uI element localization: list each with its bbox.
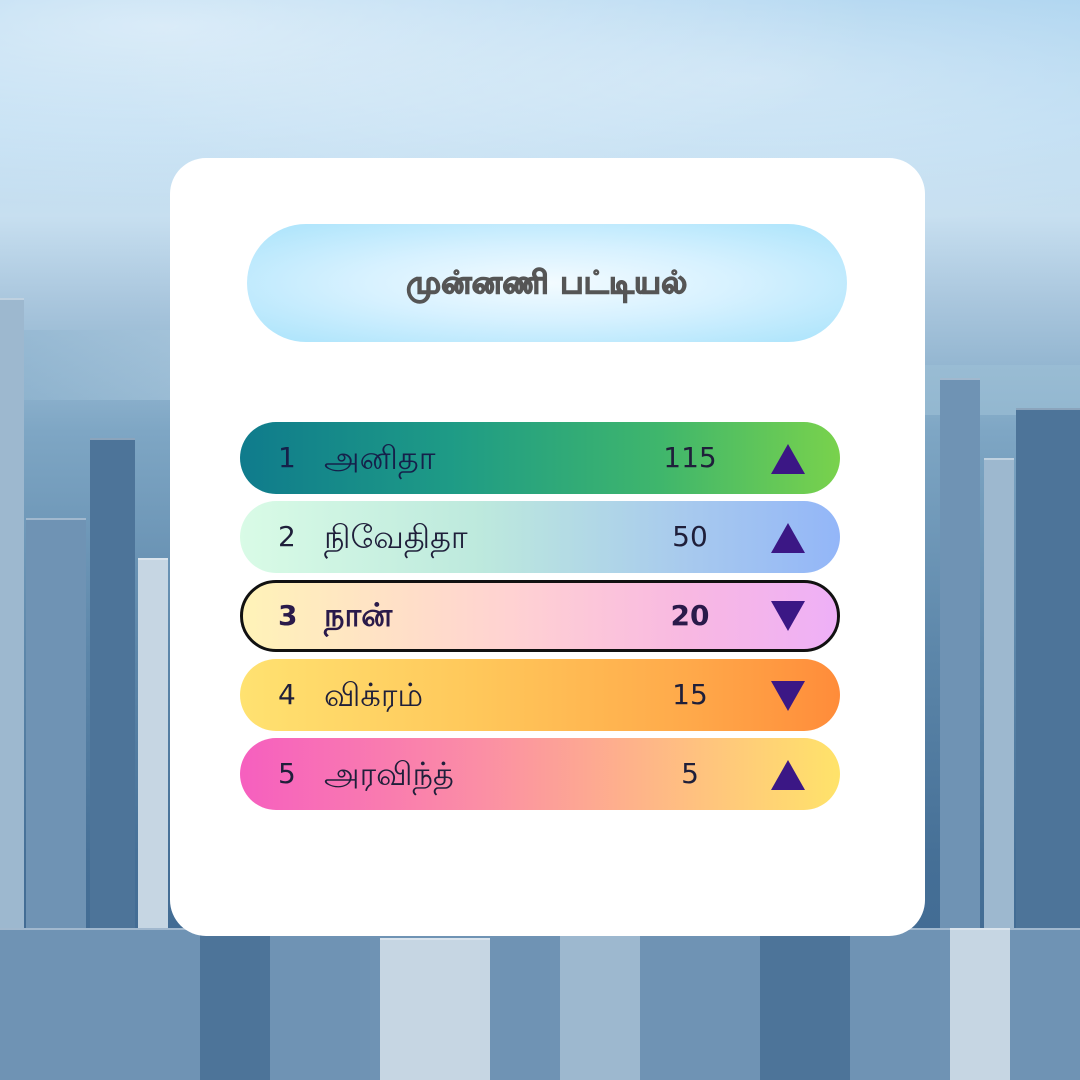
player-score: 115 [663,441,717,474]
player-name: நிவேதிதா [324,518,468,556]
rank-number: 2 [278,520,296,553]
title-banner: முன்னணி பட்டியல் [247,224,847,342]
player-name: விக்ரம் [324,676,424,714]
building [760,918,850,1080]
rank-number: 5 [278,757,296,790]
triangle-up-icon [771,523,805,553]
building [380,938,490,1080]
player-score: 20 [670,599,710,632]
leaderboard-list: 1 அனிதா 115 2 நிவேதிதா 50 3 நான் 20 4 வி… [240,422,840,817]
water-left [0,330,180,400]
triangle-down-icon [771,681,805,711]
rank-number: 1 [278,441,296,474]
leaderboard-row: 2 நிவேதிதா 50 [240,501,840,573]
triangle-down-icon [771,601,805,631]
player-name: நான் [324,596,393,634]
player-score: 50 [672,520,708,553]
building [950,928,1010,1080]
leaderboard-row: 4 விக்ரம் 15 [240,659,840,731]
player-score: 15 [672,678,708,711]
player-name: அரவிந்த் [324,755,454,793]
triangle-up-icon [771,444,805,474]
city-blocks [0,928,1080,1080]
triangle-up-icon [771,760,805,790]
player-score: 5 [681,757,699,790]
rank-number: 4 [278,678,296,711]
player-name: அனிதா [324,439,436,477]
leaderboard-row: 1 அனிதா 115 [240,422,840,494]
rank-number: 3 [278,599,298,632]
leaderboard-card: முன்னணி பட்டியல் 1 அனிதா 115 2 நிவேதிதா … [170,158,925,936]
leaderboard-row: 5 அரவிந்த் 5 [240,738,840,810]
page-title: முன்னணி பட்டியல் [406,264,688,301]
leaderboard-row-current-user: 3 நான் 20 [240,580,840,652]
